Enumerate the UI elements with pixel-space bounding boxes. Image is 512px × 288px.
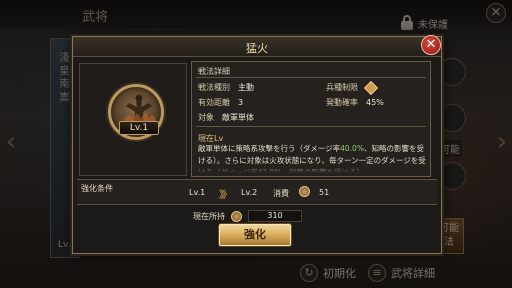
race-restriction-label: 兵種制限 — [326, 83, 358, 92]
cost-label: 消費 — [273, 189, 289, 198]
tactic-book-icon — [299, 186, 310, 197]
target-label: 対象 — [198, 113, 214, 122]
fire-skill-icon: Lv.1 — [108, 84, 164, 140]
skill-level-badge: Lv.1 — [119, 121, 159, 135]
detail-heading: 戦法詳細 — [198, 67, 230, 76]
description-fade — [198, 165, 426, 173]
owned-label: 現在所持 — [193, 211, 225, 221]
trigger-rate-value: 45% — [366, 98, 384, 107]
upgrade-condition-row: 強化条件 Lv.1 》》 Lv.2 消費 51 — [77, 179, 437, 205]
target-row: 対象 敵軍単体 — [198, 112, 254, 123]
upgrade-condition-label: 強化条件 — [81, 184, 113, 193]
description-highlight: 40.0% — [340, 144, 364, 153]
dialog-close-button[interactable]: ✕ — [421, 35, 441, 55]
skill-upgrade-dialog: 猛火 ✕ Lv.1 戦法詳細 戦法種別 主動 兵種制限 有効距離 3 発動確率 45%… — [72, 35, 442, 254]
trigger-rate-row: 発動確率 45% — [326, 97, 384, 108]
range-value: 3 — [238, 98, 244, 107]
cost-value: 51 — [319, 188, 330, 197]
skill-type-row: 戦法種別 主動 — [198, 82, 254, 93]
owned-value: 310 — [248, 210, 302, 222]
skill-type-value: 主動 — [238, 83, 254, 92]
cavalry-icon — [363, 80, 379, 95]
target-value: 敵軍単体 — [222, 113, 254, 122]
level-arrow-icon: 》》 — [219, 190, 232, 201]
to-level: Lv.2 — [241, 188, 258, 197]
skill-type-label: 戦法種別 — [198, 83, 230, 92]
race-restriction-row: 兵種制限 — [326, 80, 379, 95]
range-row: 有効距離 3 — [198, 97, 243, 108]
skill-description[interactable]: 敵軍単体に策略系攻撃を行う（ダメージ率40.0%、知略の影響を受ける）。さらに対… — [198, 143, 426, 173]
divider — [196, 77, 426, 78]
tactic-book-icon — [231, 210, 242, 222]
dialog-header: 猛火 — [73, 37, 441, 57]
upgrade-button[interactable]: 強化 — [219, 224, 291, 246]
skill-icon-frame: Lv.1 — [79, 63, 187, 176]
trigger-rate-label: 発動確率 — [326, 98, 358, 107]
owned-row: 現在所持 310 — [193, 209, 302, 223]
from-level: Lv.1 — [189, 188, 206, 197]
cost-item — [299, 186, 310, 197]
skill-detail-panel: 戦法詳細 戦法種別 主動 兵種制限 有効距離 3 発動確率 45% 対象 敵軍単体 現在… — [191, 61, 431, 177]
divider — [196, 126, 426, 127]
skill-name: 猛火 — [246, 42, 268, 55]
description-text-1: 敵軍単体に策略系攻撃を行う（ダメージ率 — [198, 144, 341, 153]
range-label: 有効距離 — [198, 98, 230, 107]
